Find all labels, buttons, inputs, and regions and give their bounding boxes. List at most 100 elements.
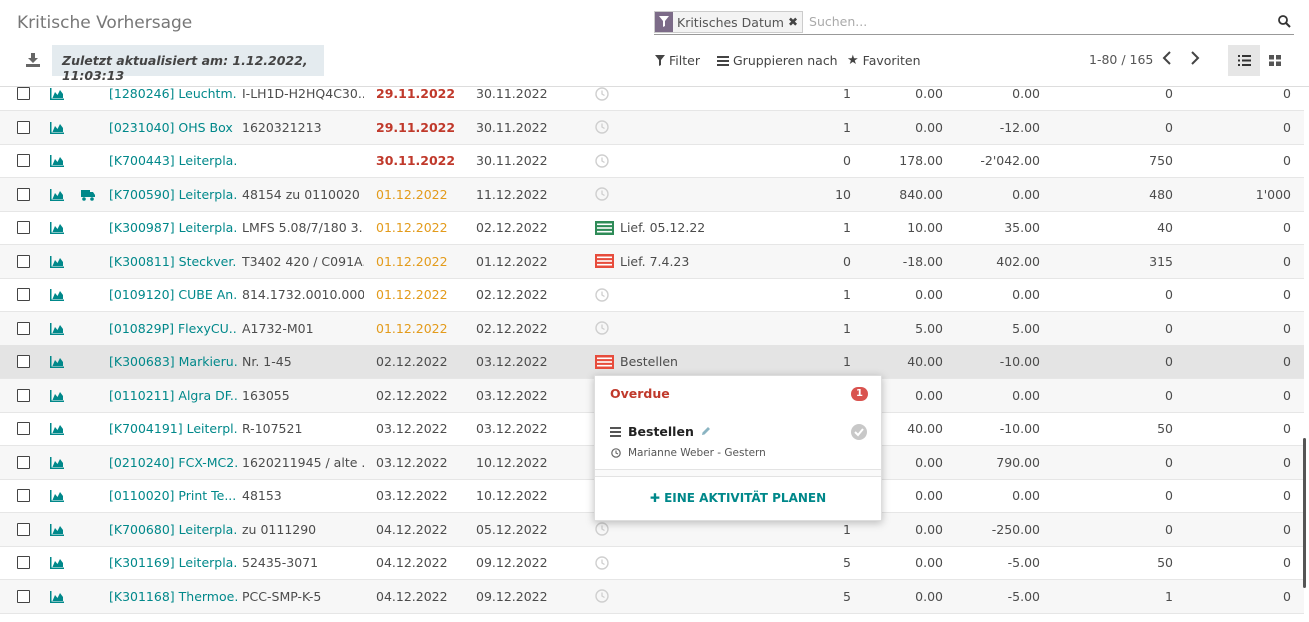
activity-clock-icon[interactable] [595, 153, 609, 168]
pencil-icon[interactable] [701, 424, 711, 439]
table-row[interactable]: [0231040] OHS Box ... 1620321213 29.11.202… [0, 110, 1304, 145]
activity-cell[interactable] [595, 546, 795, 579]
activity-list-red-icon[interactable] [595, 254, 614, 268]
forecast-chart-icon[interactable] [50, 88, 64, 103]
product-name[interactable]: [K301168] Thermoe... [109, 580, 237, 613]
row-checkbox[interactable] [17, 221, 30, 234]
row-checkbox[interactable] [17, 522, 30, 536]
truck-icon[interactable] [81, 189, 95, 204]
activity-cell[interactable] [595, 111, 795, 144]
activity-clock-icon[interactable] [595, 86, 609, 101]
activity-cell[interactable]: Lief. 05.12.22 [595, 211, 795, 244]
search-icon[interactable] [1274, 15, 1294, 28]
activity-clock-icon[interactable] [595, 321, 609, 335]
product-name[interactable]: [K300987] Leiterpla... [109, 211, 237, 244]
forecast-chart-icon[interactable] [50, 490, 64, 505]
product-name[interactable]: [K300811] Steckver... [109, 245, 237, 278]
row-checkbox[interactable] [17, 120, 30, 134]
product-name[interactable]: [0210240] FCX-MC2... [109, 446, 237, 479]
product-name[interactable]: [K700443] Leiterpla... [109, 144, 237, 177]
table-row[interactable]: [K300811] Steckver... T3402 420 / C091A..… [0, 244, 1304, 279]
row-checkbox[interactable] [17, 87, 30, 100]
product-name[interactable]: [010829P] FlexyCU... [109, 312, 237, 345]
group-by-button[interactable]: Gruppieren nach [717, 53, 838, 68]
product-name[interactable]: [0231040] OHS Box ... [109, 111, 237, 144]
download-icon[interactable] [26, 53, 40, 70]
forecast-chart-icon[interactable] [50, 423, 64, 438]
forecast-chart-icon[interactable] [50, 456, 64, 472]
table-row[interactable]: [K301169] Leiterpla... 52435-3071 04.12.20… [0, 546, 1304, 580]
product-name[interactable]: [0109120] CUBE An... [109, 278, 237, 311]
activity-clock-icon[interactable] [595, 589, 609, 603]
product-name[interactable]: [0110211] Algra DF... [109, 379, 237, 412]
table-row[interactable]: [K700590] Leiterpla... 48154 zu 0110020 01… [0, 177, 1304, 212]
row-checkbox[interactable] [17, 187, 30, 201]
forecast-chart-icon[interactable] [50, 222, 64, 237]
activity-item[interactable]: Bestellen [610, 424, 711, 439]
activity-cell[interactable] [595, 580, 795, 613]
row-checkbox[interactable] [17, 388, 30, 402]
product-name[interactable]: [K700590] Leiterpla... [109, 178, 237, 211]
row-checkbox[interactable] [17, 288, 30, 301]
forecast-chart-icon[interactable] [50, 188, 64, 204]
forecast-chart-icon[interactable] [50, 121, 64, 137]
kanban-view-button[interactable] [1259, 45, 1291, 76]
activity-clock-icon[interactable] [595, 120, 609, 134]
product-name[interactable]: [0110020] Print Te... [109, 479, 237, 512]
product-name[interactable]: [K7004191] Leiterpl... [109, 412, 237, 445]
row-checkbox[interactable] [17, 321, 30, 335]
search-input[interactable] [809, 14, 1274, 29]
product-name[interactable]: [K300683] Markieru... [109, 345, 237, 378]
filter-button[interactable]: Filter [655, 53, 700, 68]
row-checkbox[interactable] [17, 254, 30, 268]
activity-cell[interactable] [595, 178, 795, 211]
forecast-chart-icon[interactable] [50, 523, 64, 539]
activity-clock-icon[interactable] [595, 187, 609, 201]
list-view-button[interactable] [1228, 45, 1260, 76]
forecast-chart-icon[interactable] [50, 289, 64, 304]
favorites-button[interactable]: ★ Favoriten [847, 53, 921, 68]
product-name[interactable]: [K700680] Leiterpla... [109, 513, 237, 546]
forecast-chart-icon[interactable] [50, 356, 64, 371]
table-row[interactable]: [1280246] Leuchtm... I-LH1D-H2HQ4C30... 29… [0, 77, 1304, 111]
table-row[interactable]: [010829P] FlexyCU... A1732-M01 01.12.2022 0… [0, 311, 1304, 346]
forecast-chart-icon[interactable] [50, 255, 64, 271]
row-checkbox[interactable] [17, 355, 30, 368]
row-checkbox[interactable] [17, 154, 30, 167]
table-row[interactable]: [K300683] Markieru... Nr. 1-45 02.12.2022 0… [0, 345, 1304, 379]
row-checkbox[interactable] [17, 489, 30, 502]
activity-clock-icon[interactable] [595, 522, 609, 536]
search-bar[interactable]: Kritisches Datum ✖ [654, 9, 1294, 35]
activity-cell[interactable] [595, 144, 795, 177]
mark-done-icon[interactable] [850, 423, 868, 444]
forecast-chart-icon[interactable] [50, 557, 64, 572]
pager-next-icon[interactable] [1190, 51, 1200, 68]
row-checkbox[interactable] [17, 455, 30, 469]
facet-remove-icon[interactable]: ✖ [788, 12, 802, 32]
row-checkbox[interactable] [17, 589, 30, 603]
table-row[interactable]: [K700443] Leiterpla... 30.11.2022 30.11.20… [0, 144, 1304, 178]
table-row[interactable]: [K301168] Thermoe... PCC-SMP-K-5 04.12.202… [0, 579, 1304, 614]
activity-cell[interactable] [595, 77, 795, 110]
pager-previous-icon[interactable] [1162, 51, 1172, 68]
forecast-chart-icon[interactable] [50, 590, 64, 606]
plan-activity-button[interactable]: ✚ EINE AKTIVITÄT PLANEN [595, 491, 881, 505]
scrollbar[interactable] [1303, 438, 1306, 588]
activity-clock-icon[interactable] [595, 555, 609, 570]
forecast-chart-icon[interactable] [50, 155, 64, 170]
product-name[interactable]: [K301169] Leiterpla... [109, 546, 237, 579]
activity-cell[interactable] [595, 278, 795, 311]
pager-value[interactable]: 1-80 / 165 [1089, 52, 1153, 67]
table-row[interactable]: [0109120] CUBE An... 814.1732.0010.000 01.… [0, 278, 1304, 312]
activity-clock-icon[interactable] [595, 287, 609, 302]
activity-list-red-icon[interactable] [595, 354, 614, 369]
row-checkbox[interactable] [17, 556, 30, 569]
activity-list-green-icon[interactable] [595, 220, 614, 235]
forecast-chart-icon[interactable] [50, 322, 64, 338]
product-name[interactable]: [1280246] Leuchtm... [109, 77, 237, 110]
table-row[interactable]: [K300987] Leiterpla... LMFS 5.08/7/180 3.… [0, 211, 1304, 245]
row-checkbox[interactable] [17, 422, 30, 435]
activity-cell[interactable]: Bestellen [595, 345, 795, 378]
activity-cell[interactable] [595, 312, 795, 345]
forecast-chart-icon[interactable] [50, 389, 64, 405]
